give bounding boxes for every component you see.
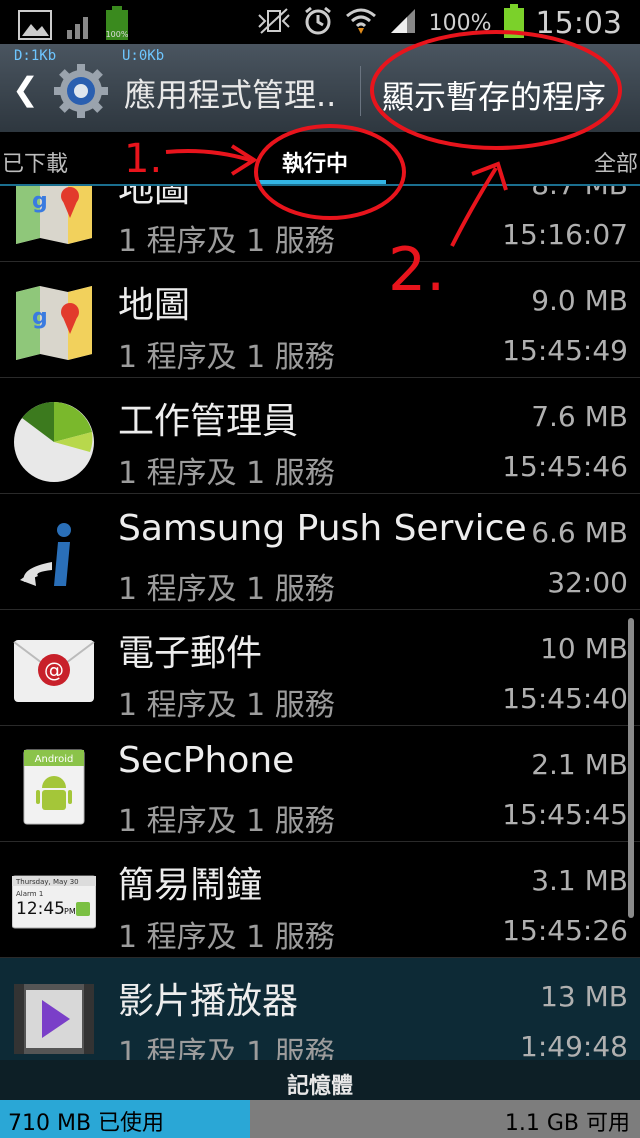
app-process-count: 1 程序及 1 服務 [118,224,335,259]
svg-text:g: g [32,189,48,214]
gallery-icon [18,10,52,44]
show-cached-processes-button[interactable]: 顯示暫存的程序 [382,72,606,118]
push-service-icon [12,516,96,594]
app-memory-size: 3.1 MB [531,864,628,897]
app-run-time: 15:16:07 [502,218,628,251]
app-run-time: 15:45:45 [502,798,628,831]
maps-icon: g [12,186,96,246]
app-process-count: 1 程序及 1 服務 [118,804,335,839]
list-item[interactable]: @ 電子郵件 1 程序及 1 服務 10 MB 15:45:40 [0,610,640,726]
app-run-time: 15:45:26 [502,914,628,947]
app-run-time: 15:45:40 [502,682,628,715]
svg-text:100%: 100% [106,30,129,39]
app-name: SecPhone [118,740,295,781]
action-bar: D:1Kb U:0Kb ❮ 應用程式管理.. 顯示暫存的程序 [0,44,640,132]
alarm-icon [303,6,333,40]
app-process-count: 1 程序及 1 服務 [118,340,335,375]
android-icon: Android [12,748,96,826]
list-item[interactable]: Android SecPhone 1 程序及 1 服務 2.1 MB 15:45… [0,726,640,842]
memory-free-text: 1.1 GB 可用 [504,1111,630,1136]
page-title: 應用程式管理.. [124,76,337,114]
app-memory-size: 6.6 MB [531,516,628,549]
tab-running[interactable]: 執行中 [282,146,348,178]
net-upload: U:0Kb [122,48,165,64]
list-item[interactable]: Thursday, May 30 Alarm 1 12:45 PM 簡易鬧鐘 1 程序… [0,842,640,958]
svg-text:12:45: 12:45 [16,899,65,919]
app-memory-size: 13 MB [540,980,628,1013]
email-icon: @ [12,632,96,710]
app-memory-size: 9.0 MB [531,284,628,317]
running-apps-list: g 地圖 1 程序及 1 服務 8.7 MB 15:16:07 g 地圖 1 程… [0,186,640,1066]
status-bar: 100% 100% 15:03 [0,0,640,44]
tab-downloaded[interactable]: 已下載 [2,146,68,178]
svg-text:@: @ [44,658,64,682]
app-run-time: 1:49:48 [520,1030,628,1063]
app-run-time: 15:45:49 [502,334,628,367]
app-memory-size: 2.1 MB [531,748,628,781]
maps-icon: g [12,284,96,362]
wifi-icon [345,6,377,40]
app-process-count: 1 程序及 1 服務 [118,920,335,955]
svg-text:Thursday, May 30: Thursday, May 30 [15,878,79,886]
memory-bar: 710 MB 已使用 1.1 GB 可用 [0,1100,640,1138]
mini-battery-icon: 100% [104,6,130,44]
app-name: 簡易鬧鐘 [118,865,263,906]
app-name: 工作管理員 [118,401,299,442]
svg-text:PM: PM [64,907,76,916]
divider [360,66,361,116]
vibrate-mute-icon [257,7,291,39]
svg-text:Android: Android [35,754,74,765]
list-item[interactable]: 工作管理員 1 程序及 1 服務 7.6 MB 15:45:46 [0,378,640,494]
app-run-time: 32:00 [547,566,628,599]
video-player-icon [12,980,96,1058]
clock: 15:03 [535,5,622,41]
list-item[interactable]: 影片播放器 1 程序及 1 服務 13 MB 1:49:48 [0,958,640,1066]
app-process-count: 1 程序及 1 服務 [118,688,335,723]
memory-used-text: 710 MB 已使用 [8,1111,165,1136]
task-manager-icon [12,400,96,482]
list-item[interactable]: Samsung Push Service 1 程序及 1 服務 6.6 MB 3… [0,494,640,610]
tab-bar: 已下載 執行中 全部 [0,132,640,186]
net-download: D:1Kb [14,48,57,64]
svg-text:g: g [32,305,48,330]
cell-signal-icon [389,7,417,39]
list-item[interactable]: g 地圖 1 程序及 1 服務 9.0 MB 15:45:49 [0,262,640,378]
app-memory-size: 7.6 MB [531,400,628,433]
app-memory-size: 8.7 MB [531,186,628,201]
app-process-count: 1 程序及 1 服務 [118,572,335,607]
memory-label: 記憶體 [286,1074,353,1099]
app-memory-size: 10 MB [540,632,628,665]
scrollbar[interactable] [628,618,634,918]
list-item[interactable]: g 地圖 1 程序及 1 服務 8.7 MB 15:16:07 [0,186,640,262]
app-name: Samsung Push Service [118,508,527,549]
app-name: 影片播放器 [118,981,299,1022]
alarm-clock-icon: Thursday, May 30 Alarm 1 12:45 PM [11,864,97,942]
app-name: 地圖 [118,186,191,210]
back-icon[interactable]: ❮ [12,70,39,108]
app-name: 電子郵件 [118,633,263,674]
app-run-time: 15:45:46 [502,450,628,483]
tab-all[interactable]: 全部 [594,146,638,178]
app-name: 地圖 [118,285,191,326]
app-process-count: 1 程序及 1 服務 [118,456,335,491]
settings-gear-icon[interactable] [52,62,110,124]
battery-percent: 100% [428,10,492,36]
battery-icon [503,4,524,42]
signal-bars-icon [66,14,90,44]
svg-text:Alarm 1: Alarm 1 [16,890,43,898]
